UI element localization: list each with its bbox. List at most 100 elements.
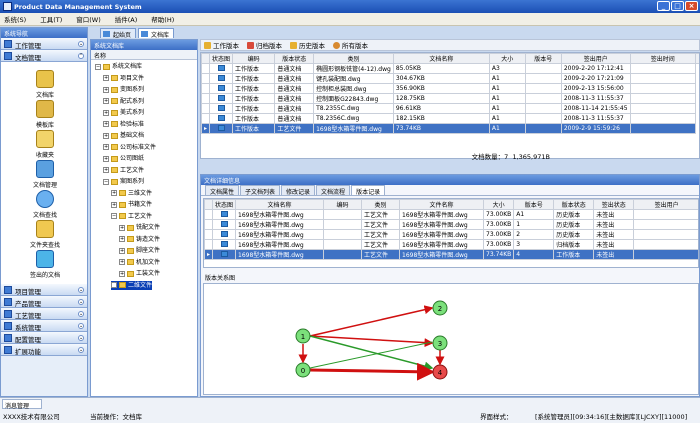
tree-node[interactable]: + 铸造文件 [119, 235, 160, 244]
nav-item-folder-search[interactable]: 文件夹查找 [15, 220, 75, 249]
nav-group-product[interactable]: 产品管理 ⌄ [1, 296, 87, 308]
tree-node[interactable]: + 检验标准 [103, 120, 144, 129]
graph-node-0[interactable]: 0 [295, 362, 311, 378]
table-row[interactable]: 1698型水箱零件图.dwg 工艺文件 1698型水箱零件图.dwg 73.00KB 3… [204, 239, 698, 250]
column-header[interactable]: 版本号 [513, 199, 555, 210]
table-row[interactable]: ▸ 1698型水箱零件图.dwg 工艺文件 1698型水箱零件图.dwg 73.74KB… [204, 249, 698, 260]
column-header[interactable]: 文档名称 [392, 53, 490, 64]
nav-group-work[interactable]: 工作管理 ⌄ [1, 38, 87, 50]
menu-help[interactable]: 帮助(H) [151, 14, 174, 24]
expand-toggle-icon[interactable]: + [103, 121, 109, 127]
tab-document-library[interactable]: 文档库 [138, 28, 175, 39]
graph-node-1[interactable]: 1 [295, 328, 311, 344]
column-header[interactable]: 文件名称 [399, 199, 485, 210]
column-header[interactable]: 状态图 [209, 53, 234, 64]
table-row[interactable]: 1698型水箱零件图.dwg 工艺文件 1698型水箱零件图.dwg 73.00KB 2… [204, 229, 698, 240]
graph-node-2[interactable]: 2 [432, 300, 448, 316]
tab-version-records[interactable]: 版本记录 [351, 185, 386, 196]
column-header[interactable]: 签出状态 [593, 199, 635, 210]
menu-plugins[interactable]: 插件(A) [115, 14, 138, 24]
table-row[interactable]: 1698型水箱零件图.dwg 工艺文件 1698型水箱零件图.dwg 73.00KB 1… [204, 219, 698, 230]
column-header[interactable]: 版本号 [524, 53, 562, 64]
message-tab[interactable]: 消息管理 [2, 399, 42, 410]
graph-node-4[interactable]: 4 [432, 364, 448, 380]
tab-modify-records[interactable]: 修改记录 [281, 185, 316, 196]
nav-item-checked-out[interactable]: 签出的文档 [15, 250, 75, 279]
expand-toggle-icon[interactable]: + [119, 224, 125, 231]
tree-node[interactable]: + 工装文件 [119, 269, 160, 278]
tree-node[interactable]: − 工艺文件 [111, 212, 152, 221]
column-header[interactable]: 签出时间 [629, 53, 697, 64]
expand-toggle-icon[interactable]: + [103, 86, 109, 93]
menu-window[interactable]: 窗口(W) [76, 14, 101, 24]
column-header[interactable]: 签出用户 [560, 53, 631, 64]
column-header[interactable]: 版本状态 [274, 53, 315, 64]
tree-node[interactable]: + 脚座文件 [119, 246, 160, 255]
maximize-button[interactable]: □ [671, 1, 684, 11]
tree-node[interactable]: + 二维文件 [111, 280, 153, 290]
menu-tools[interactable]: 工具(T) [40, 14, 62, 24]
expand-toggle-icon[interactable]: − [111, 213, 117, 219]
tree-node[interactable]: + 配式系列 [103, 97, 144, 106]
column-header[interactable]: 类别 [361, 199, 401, 210]
tree-node[interactable]: − 系统文档库 [95, 62, 142, 71]
all-versions-button[interactable]: 所有版本 [333, 40, 368, 50]
table-row[interactable]: 1698型水箱零件图.dwg 工艺文件 1698型水箱零件图.dwg 73.00KB A… [204, 209, 698, 220]
nav-item-doc-search[interactable]: 文档查找 [15, 190, 75, 219]
tree-node[interactable]: + 基础文档 [103, 131, 144, 140]
nav-group-config[interactable]: 配置管理 ⌄ [1, 332, 87, 344]
column-header[interactable]: 签出用户 [633, 199, 698, 210]
expand-toggle-icon[interactable]: + [111, 190, 117, 196]
nav-group-system[interactable]: 系统管理 ⌄ [1, 320, 87, 332]
tree-node[interactable]: + 公司图纸 [103, 154, 144, 163]
expand-toggle-icon[interactable]: + [111, 201, 117, 208]
expand-toggle-icon[interactable]: + [103, 144, 109, 150]
history-version-button[interactable]: 历史版本 [290, 40, 325, 50]
expand-toggle-icon[interactable]: + [103, 132, 109, 139]
nav-group-document[interactable]: 文档管理 ⌃ [1, 50, 87, 62]
nav-group-extension[interactable]: 扩展功能 ⌄ [1, 344, 87, 356]
tab-doc-workflow[interactable]: 文档流程 [316, 185, 351, 196]
column-header[interactable]: 编码 [232, 53, 276, 64]
archive-version-button[interactable]: 归档版本 [247, 40, 282, 50]
expand-toggle-icon[interactable]: + [119, 247, 125, 254]
nav-item-library[interactable]: 文档库 [15, 70, 75, 99]
tree-node[interactable]: + 工艺文件 [103, 166, 144, 175]
tree-node[interactable]: + 书籍文件 [111, 200, 152, 209]
table-row[interactable]: 工作版本 普通文档 T8.2355C.dwg 96.61KB A1 2008-11-14 … [201, 103, 700, 114]
close-button[interactable]: × [685, 1, 698, 11]
tree-node[interactable]: + 机加文件 [119, 258, 160, 267]
tab-doc-properties[interactable]: 文档属性 [205, 185, 240, 196]
expand-toggle-icon[interactable]: + [119, 259, 125, 265]
table-row[interactable]: ▸ 工作版本 工艺文件 1698型水箱零件图.dwg 73.74KB A1 2009-2-9… [201, 123, 700, 134]
nav-item-favorites[interactable]: 收藏夹 [15, 130, 75, 159]
tree-node[interactable]: + 公司标准文件 [103, 143, 156, 152]
nav-group-project[interactable]: 项目管理 ⌄ [1, 284, 87, 296]
table-row[interactable]: 工作版本 普通文档 键孔装配图.dwg 304.67KB A1 2009-2-20 17:… [201, 73, 700, 84]
graph-node-3[interactable]: 3 [432, 335, 448, 351]
minimize-button[interactable]: _ [657, 1, 670, 11]
column-header[interactable]: 文档名称 [235, 199, 325, 210]
column-header[interactable]: 大小 [488, 53, 526, 64]
column-header[interactable]: 类别 [313, 53, 394, 64]
expand-toggle-icon[interactable]: + [111, 282, 117, 288]
table-row[interactable]: 工作版本 普通文档 控制面板G22843.dwg 128.75KB A1 2008-11-… [201, 93, 700, 104]
tree-node[interactable]: + 项目文件 [103, 74, 144, 83]
tree-node[interactable]: − 案图系列 [103, 177, 144, 186]
ui-style[interactable]: 界面样式： [480, 411, 513, 421]
expand-toggle-icon[interactable]: + [103, 167, 109, 173]
work-version-button[interactable]: 工作版本 [204, 40, 239, 50]
expand-toggle-icon[interactable]: + [103, 98, 109, 104]
expand-toggle-icon[interactable]: + [103, 75, 109, 81]
expand-toggle-icon[interactable]: − [103, 178, 109, 185]
menu-system[interactable]: 系统(S) [4, 14, 26, 24]
column-header[interactable]: 编码 [323, 199, 363, 210]
column-header[interactable]: 版本状态 [553, 199, 595, 210]
expand-toggle-icon[interactable]: + [103, 155, 109, 162]
table-row[interactable]: 工作版本 普通文档 椭圆形钢板铣管(4-12).dwg 85.05KB A3 2009-2… [201, 63, 700, 74]
table-row[interactable]: 工作版本 普通文档 控制柜总装图.dwg 356.90KB A1 2009-2-13 15… [201, 83, 700, 94]
column-header[interactable]: 大小 [483, 199, 515, 210]
tab-sub-documents[interactable]: 子文档列表 [240, 185, 281, 196]
tree-node[interactable]: + 铣配文件 [119, 223, 160, 232]
tree-node[interactable]: + 变图系列 [103, 85, 144, 94]
